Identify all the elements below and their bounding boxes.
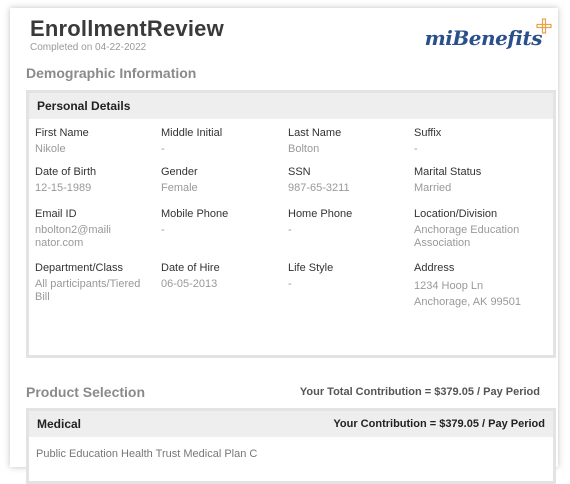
field-gender: Gender Female — [161, 166, 281, 195]
field-value: Married — [414, 182, 452, 194]
field-value: Female — [161, 182, 198, 194]
medical-title: Medical — [37, 417, 82, 431]
enrollment-review-page: EnrollmentReview Completed on 04-22-2022… — [10, 8, 558, 484]
field-first-name: First Name Nikole — [35, 127, 155, 156]
field-label: Mobile Phone — [161, 208, 229, 220]
field-suffix: Suffix - — [414, 127, 534, 156]
demographic-section-title: Demographic Information — [26, 65, 197, 81]
product-section-title: Product Selection — [26, 384, 146, 400]
field-label: Location/Division — [414, 208, 498, 220]
field-label: Email ID — [35, 208, 77, 220]
field-value: Anchorage Education Association — [414, 224, 520, 249]
completed-date: Completed on 04-22-2022 — [30, 42, 147, 53]
field-ssn: SSN 987-65-3211 — [288, 166, 408, 195]
field-value: nbolton2@mailinator.com — [35, 224, 111, 249]
field-label: Home Phone — [288, 208, 353, 220]
field-home-phone: Home Phone - — [288, 208, 408, 237]
logo-mi: mi — [424, 26, 453, 50]
field-label: Date of Hire — [161, 262, 220, 274]
field-value: - — [161, 143, 165, 155]
field-date-of-birth: Date of Birth 12-15-1989 — [35, 166, 155, 195]
field-value: - — [414, 143, 418, 155]
field-value: 987-65-3211 — [288, 182, 350, 194]
field-address: Address 1234 Hoop Ln Anchorage, AK 99501 — [414, 262, 526, 310]
field-value: Bolton — [288, 143, 320, 155]
field-label: Gender — [161, 166, 198, 178]
field-label: Suffix — [414, 127, 442, 139]
field-label: Marital Status — [414, 166, 482, 178]
field-label: First Name — [35, 127, 89, 139]
personal-details-header: Personal Details — [29, 93, 553, 119]
field-department-class: Department/Class All participants/Tiered… — [35, 262, 155, 304]
medical-header: Medical Your Contribution = $379.05 / Pa… — [29, 411, 553, 437]
field-date-of-hire: Date of Hire 06-05-2013 — [161, 262, 281, 291]
field-label: Date of Birth — [35, 166, 97, 178]
field-value: - — [288, 278, 292, 290]
page-title: EnrollmentReview — [30, 16, 224, 41]
plus-icon — [536, 18, 552, 34]
medical-plan-name: Public Education Health Trust Medical Pl… — [36, 448, 258, 460]
mibenefits-logo: miBenefits — [424, 18, 552, 50]
field-email-id: Email ID nbolton2@mailinator.com — [35, 208, 117, 250]
total-contribution: Your Total Contribution = $379.05 / Pay … — [299, 386, 540, 398]
field-label: Last Name — [288, 127, 342, 139]
personal-details-panel: Personal Details First Name Nikole Middl… — [26, 90, 556, 358]
field-value: 06-05-2013 — [161, 278, 218, 290]
logo-benefits: Benefits — [452, 26, 542, 50]
field-value: All participants/Tiered Bill — [35, 278, 141, 303]
medical-panel: Medical Your Contribution = $379.05 / Pa… — [26, 408, 556, 484]
field-location-division: Location/Division Anchorage Education As… — [414, 208, 532, 250]
field-life-style: Life Style - — [288, 262, 408, 291]
field-mobile-phone: Mobile Phone - — [161, 208, 281, 237]
field-label: Department/Class — [35, 262, 124, 274]
field-label: Middle Initial — [161, 127, 223, 139]
medical-contribution: Your Contribution = $379.05 / Pay Period — [333, 418, 545, 430]
field-label: SSN — [288, 166, 311, 178]
field-value: 1234 Hoop Ln Anchorage, AK 99501 — [414, 280, 522, 308]
field-value: Nikole — [35, 143, 66, 155]
field-label: Life Style — [288, 262, 334, 274]
field-middle-initial: Middle Initial - — [161, 127, 281, 156]
field-value: - — [288, 224, 292, 236]
field-value: - — [161, 224, 165, 236]
field-value: 12-15-1989 — [35, 182, 92, 194]
field-label: Address — [414, 262, 455, 274]
field-marital-status: Marital Status Married — [414, 166, 534, 195]
field-last-name: Last Name Bolton — [288, 127, 408, 156]
personal-details-grid: First Name Nikole Middle Initial - Last … — [29, 119, 553, 308]
